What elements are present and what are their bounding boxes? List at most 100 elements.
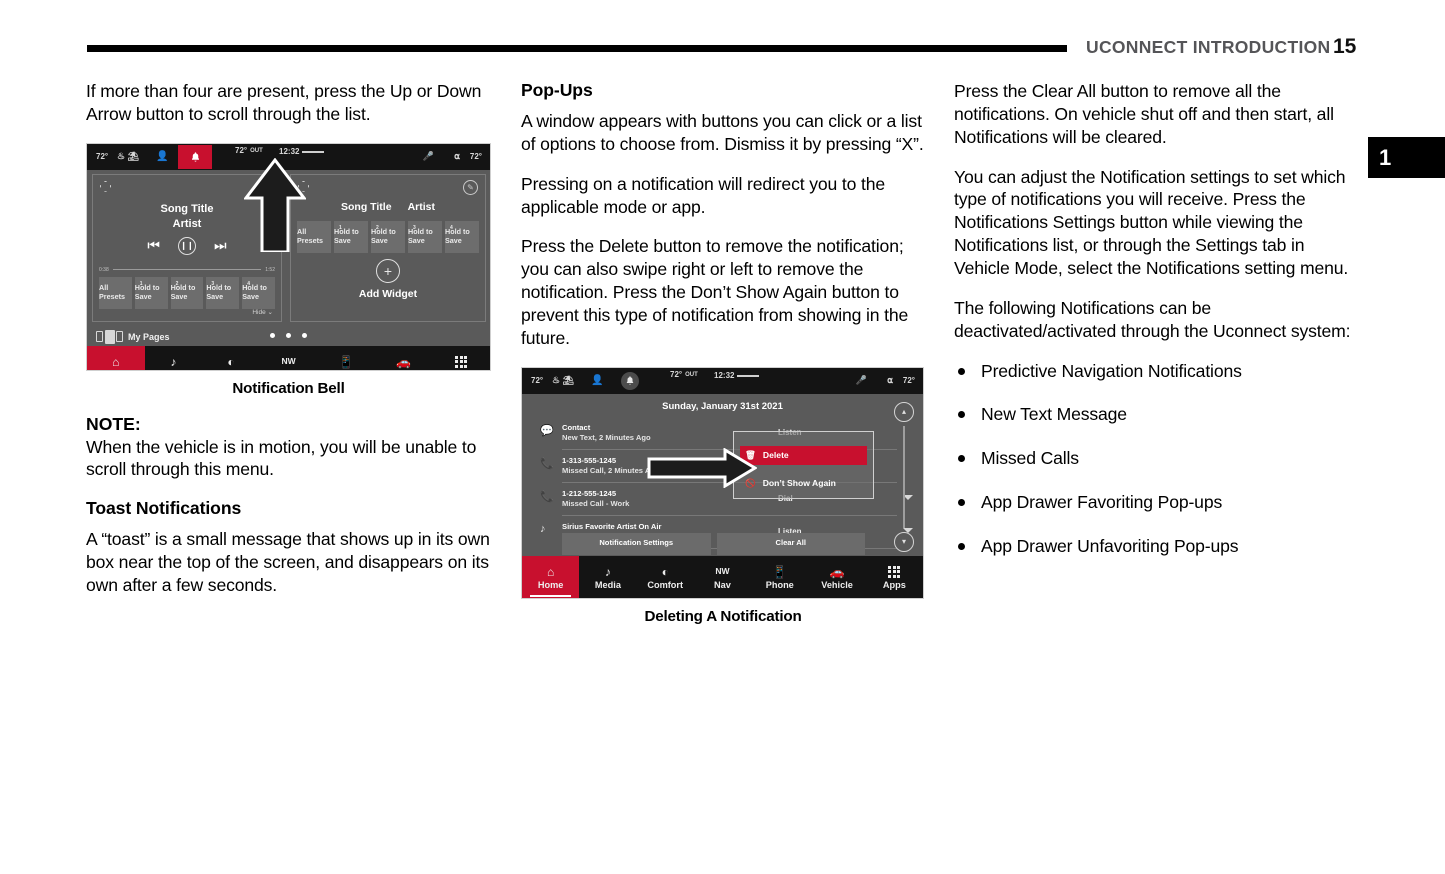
- microphone-icon[interactable]: 🎤: [423, 151, 434, 162]
- preset-3-num: 3: [413, 224, 416, 231]
- delete-button[interactable]: 🗑 Delete: [740, 445, 867, 465]
- profile-icon[interactable]: 👤: [591, 375, 603, 386]
- nav-item-phone[interactable]: 📱 Phone: [751, 556, 808, 598]
- media-progress[interactable]: 0:38 1:52: [99, 267, 275, 273]
- scroll-down-icon[interactable]: ▾: [894, 531, 914, 552]
- header-title: UCONNECT INTRODUCTION: [1086, 37, 1331, 57]
- status-temp-right: 72°: [902, 376, 915, 386]
- hide-presets-button[interactable]: Hide ⌄: [252, 308, 273, 316]
- scroll-track[interactable]: [903, 425, 905, 528]
- my-pages-bar[interactable]: My Pages: [87, 328, 490, 346]
- outside-temp-value: 72°: [235, 145, 248, 155]
- nav-media-label: Media: [594, 580, 621, 591]
- add-widget-label: Add Widget: [358, 287, 418, 300]
- nav-item-home[interactable]: ⌂ Home: [522, 555, 580, 598]
- nav-item-apps[interactable]: Apps: [866, 556, 923, 598]
- nav-home-label: Home: [103, 370, 129, 371]
- add-widget-button[interactable]: + Add Widget: [291, 258, 485, 300]
- gauge-icon: ◐: [227, 354, 235, 369]
- phone-icon: 📱: [338, 354, 354, 369]
- progress-bar[interactable]: [112, 268, 262, 271]
- column-3: Press the Clear All button to remove all…: [954, 80, 1358, 579]
- preset-1[interactable]: 1 Hold to Save: [134, 276, 168, 309]
- seat-heat-icon[interactable]: ⍺: [454, 151, 460, 162]
- previous-track-icon[interactable]: ⏮: [147, 237, 160, 254]
- uconnect-notifications-screenshot: 72° ♨ ⛱ 👤 72° OUT 12:32 🎤 ⍺ 72° Sunday, …: [521, 366, 924, 599]
- list-item: Predictive Navigation Notifications: [954, 360, 1358, 383]
- preset-2[interactable]: 2 Hold to Save: [170, 276, 204, 309]
- col1-paragraph-1: If more than four are present, press the…: [86, 81, 482, 124]
- row-subtitle: Missed Call, 2 Minutes Ago: [562, 465, 660, 475]
- nav-comfort-label: Comfort: [647, 580, 684, 591]
- nav-apps-label: Apps: [882, 580, 906, 591]
- preset-1-num: 1: [139, 280, 143, 287]
- preset-3[interactable]: 3 Hold to Save: [408, 220, 442, 253]
- list-item: Missed Calls: [954, 447, 1358, 470]
- nav-nav-label: Nav: [280, 370, 297, 371]
- gauge-icon: ◐: [661, 564, 669, 579]
- nav-item-nav[interactable]: NW Nav: [694, 556, 751, 598]
- nav-item-media[interactable]: ♪ Media: [145, 346, 203, 371]
- preset-1[interactable]: 1 Hold to Save: [334, 220, 368, 253]
- pause-icon[interactable]: ❙❙: [178, 236, 196, 255]
- nav-vehicle-label: Vehicle: [821, 580, 853, 591]
- bottom-nav-bar[interactable]: ⌂ Home ♪ Media ◐ Comfort NW Nav 📱 Phone …: [87, 345, 490, 371]
- col2-paragraph-1: A window appears with buttons you can cl…: [521, 111, 924, 154]
- missed-call-icon: 📞: [540, 457, 554, 470]
- time-total: 1:52: [265, 266, 275, 273]
- microphone-icon[interactable]: 🎤: [856, 375, 867, 386]
- dont-show-again-button[interactable]: 🚫 Don’t Show Again: [740, 474, 867, 493]
- nav-item-vehicle[interactable]: 🚗 Vehicle: [808, 556, 865, 598]
- preset-all-label: All Presets: [99, 283, 125, 301]
- nav-item-comfort[interactable]: ◐ Comfort: [202, 346, 260, 371]
- col2-paragraph-3: Press the Delete button to remove the no…: [521, 236, 909, 348]
- preset-2-num: 2: [175, 280, 179, 287]
- scrollbar[interactable]: ▴ ▾: [892, 401, 916, 552]
- preset-4[interactable]: 4 Hold to Save: [445, 220, 479, 253]
- preset-4[interactable]: 4 Hold to Save: [242, 276, 275, 309]
- note-label: NOTE:: [86, 413, 141, 434]
- edit-pencil-icon[interactable]: ✎: [463, 179, 478, 195]
- nav-item-home[interactable]: ⌂ Home: [87, 345, 145, 371]
- nav-item-vehicle[interactable]: 🚗 Vehicle: [375, 346, 433, 370]
- outside-temp-label: OUT: [685, 371, 698, 378]
- nav-item-comfort[interactable]: ◐ Comfort: [637, 556, 694, 598]
- page-dots[interactable]: [87, 332, 490, 338]
- clear-all-button[interactable]: Clear All: [716, 532, 865, 555]
- nav-item-nav[interactable]: NW Nav: [260, 346, 318, 371]
- next-track-icon[interactable]: ⏭: [214, 237, 227, 254]
- add-widget-panel[interactable]: ✎ Song Title Artist All Presets 1 Hold to…: [290, 173, 486, 322]
- status-climate-icons: ♨ ⛱: [117, 151, 139, 162]
- nav-item-media[interactable]: ♪ Media: [579, 556, 636, 598]
- delete-label: Delete: [762, 450, 789, 461]
- expand-icon[interactable]: [100, 180, 111, 192]
- bell-glyph: [626, 376, 634, 385]
- notification-bell-icon[interactable]: [178, 144, 212, 169]
- nav-item-apps[interactable]: Apps: [432, 346, 490, 370]
- radio-song-title: Song Title: [341, 200, 392, 213]
- preset-3-num: 3: [211, 280, 215, 287]
- header-rule: [87, 45, 1067, 52]
- row-title: 1-212-555-1245: [562, 489, 617, 499]
- radio-artist: Artist: [407, 200, 435, 213]
- nav-item-phone[interactable]: 📱 Phone: [317, 346, 375, 370]
- preset-2[interactable]: 2 Hold to Save: [371, 220, 405, 253]
- preset-all[interactable]: All Presets: [99, 276, 132, 309]
- preset-row-left: All Presets 1 Hold to Save 2 Hold to Save …: [99, 276, 275, 309]
- phone-icon: 📱: [772, 564, 788, 579]
- notification-bell-icon[interactable]: [621, 371, 639, 390]
- scroll-up-icon[interactable]: ▴: [894, 401, 914, 422]
- nav-media-label: Media: [160, 370, 186, 371]
- music-note-icon: ♪: [170, 354, 177, 369]
- outside-temp-label: OUT: [250, 147, 263, 154]
- status-outside-temp: 72° OUT: [235, 145, 263, 155]
- nav-comfort-label: Comfort: [213, 370, 249, 371]
- bottom-nav-bar[interactable]: ⌂ Home ♪ Media ◐ Comfort NW Nav 📱 Phone …: [522, 555, 923, 598]
- profile-icon[interactable]: 👤: [156, 151, 168, 162]
- callout-arrow-right: [647, 447, 757, 488]
- seat-heat-icon[interactable]: ⍺: [887, 375, 893, 386]
- notification-settings-button[interactable]: Notification Settings: [562, 532, 711, 555]
- preset-3[interactable]: 3 Hold to Save: [206, 276, 240, 309]
- column-1: If more than four are present, press the…: [86, 80, 491, 614]
- outside-temp-value: 72°: [670, 369, 683, 379]
